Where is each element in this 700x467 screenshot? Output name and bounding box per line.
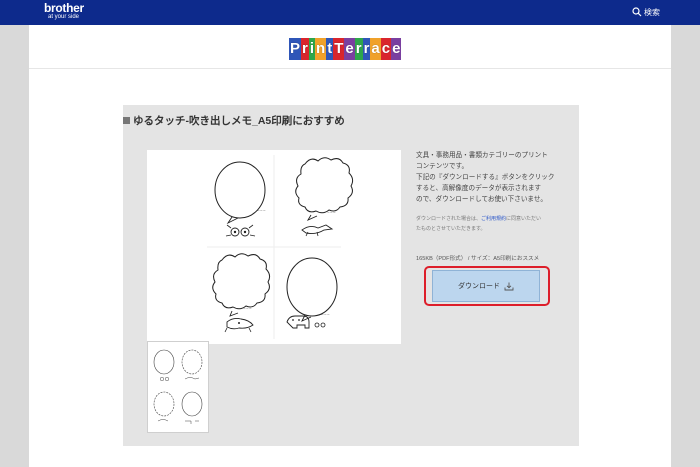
top-navigation-bar: brother at your side 検索	[0, 0, 700, 25]
content-panel: ゆるタッチ-吹き出しメモ_A5印刷におすすめ ~~~ ~~~ ~~~ ~~~ 文…	[123, 105, 579, 446]
terms-of-use-link[interactable]: ご利用規約	[481, 216, 506, 222]
thumbnail-illustration	[148, 342, 208, 432]
download-button[interactable]: ダウンロード	[432, 270, 540, 302]
preview-image: ~~~ ~~~ ~~~ ~~~	[147, 150, 401, 344]
svg-text:~~~: ~~~	[257, 209, 266, 213]
terms-note: ダウンロードされた場合は、ご利用規約に同意いただい たものとさせていただきます。	[416, 214, 576, 234]
title-bullet-icon	[123, 116, 130, 124]
terms-note-prefix: ダウンロードされた場合は、	[416, 216, 482, 222]
logo-letter: P	[289, 38, 302, 60]
svg-text:~~~: ~~~	[327, 211, 336, 215]
description-text: 文具・事務用品・書類カテゴリーのプリント コンテンツです。 下記の『ダウンロード…	[416, 150, 576, 205]
description-line: コンテンツです。	[416, 163, 469, 170]
panel-title-row: ゆるタッチ-吹き出しメモ_A5印刷におすすめ	[123, 110, 345, 130]
terms-note-line2: たものとさせていただきます。	[416, 226, 486, 232]
header-divider	[29, 68, 671, 69]
download-label: ダウンロード	[458, 283, 500, 290]
search-label: 検索	[644, 7, 660, 17]
logo-letter: r	[354, 38, 363, 60]
svg-text:~~~: ~~~	[321, 313, 330, 317]
logo-letter: r	[301, 38, 309, 60]
speech-bubble-memo-illustration: ~~~ ~~~ ~~~ ~~~	[147, 150, 401, 344]
svg-text:~~~: ~~~	[243, 307, 252, 311]
download-icon	[504, 282, 514, 290]
logo-letter: T	[333, 38, 345, 60]
thumbnail-image[interactable]	[147, 341, 209, 433]
brand-tagline: at your side	[48, 14, 80, 20]
description-line: 下記の『ダウンロードする』ボタンをクリック	[416, 174, 555, 181]
brand-name: brother	[44, 1, 84, 15]
logo-letter: e	[344, 38, 355, 60]
logo-letter: c	[380, 38, 392, 60]
logo-letter: e	[391, 38, 402, 60]
brother-logo[interactable]: brother at your side	[44, 2, 84, 21]
description-line: ので、ダウンロードしてお使い下さいませ。	[416, 196, 548, 203]
description-line: 文具・事務用品・書類カテゴリーのプリント	[416, 152, 548, 159]
logo-letter: r	[362, 38, 371, 60]
terms-note-suffix: に同意いただい	[506, 216, 542, 222]
logo-letter: n	[315, 38, 327, 60]
print-terrace-logo[interactable]: PrintTerrace	[289, 37, 402, 61]
logo-letter: a	[370, 38, 381, 60]
page-title: ゆるタッチ-吹き出しメモ_A5印刷におすすめ	[133, 114, 345, 127]
logo-letter: t	[326, 38, 334, 60]
description-line: すると、高解像度のデータが表示されます	[416, 185, 542, 192]
search-icon	[632, 7, 642, 17]
search-button[interactable]: 検索	[632, 6, 660, 18]
file-info: 165KB（PDF形式） / サイズ：A5印刷におススメ	[416, 256, 540, 262]
